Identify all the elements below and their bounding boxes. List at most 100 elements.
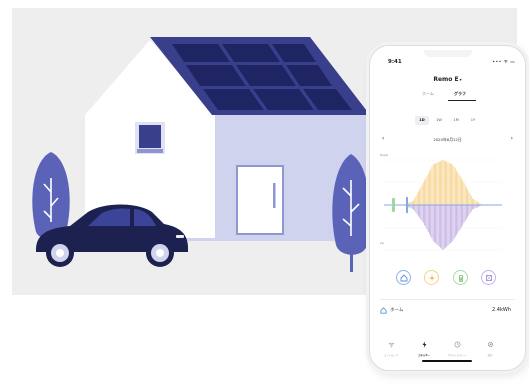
solar-bar [450, 163, 451, 205]
consumption-bar [425, 205, 427, 228]
consumption-bar [457, 205, 459, 234]
nav-activity[interactable]: アクティビティー [444, 333, 470, 357]
solar-bar [420, 187, 422, 205]
nav-settings[interactable]: 設定 [477, 333, 503, 357]
solar-bar [442, 160, 444, 205]
consumption-bar [462, 205, 464, 226]
solar-bar [475, 200, 477, 205]
consumption-bar [413, 205, 414, 210]
solar-bar [469, 193, 471, 205]
consumption-bar [419, 205, 420, 218]
phone-notch [424, 50, 472, 57]
grid-marker-blue [406, 197, 408, 213]
solar-bar [458, 174, 460, 205]
power-grid-icon [485, 274, 493, 282]
solar-bar [473, 199, 475, 205]
range-1d[interactable]: 1D [415, 116, 429, 125]
section-divider [380, 299, 515, 300]
consumption-bar [429, 205, 430, 235]
nav-settings-label: 設定 [487, 354, 493, 357]
consumption-bar [434, 205, 435, 243]
solar-bar [468, 191, 470, 205]
nav-controller[interactable]: コントローラ [378, 333, 404, 357]
consumption-bar [414, 205, 416, 212]
consumption-bar [435, 205, 436, 244]
app-title[interactable]: Remo E▾ [370, 76, 525, 83]
home-usage-label: ホーム [390, 308, 404, 313]
consumption-bar [459, 205, 461, 230]
grid-marker-green [392, 198, 395, 212]
solar-bar [418, 191, 419, 205]
clock-icon [454, 341, 460, 348]
solar-bar [424, 180, 425, 205]
nav-activity-label: アクティビティー [447, 354, 467, 357]
solar-bar [462, 180, 464, 205]
battery-source-button[interactable] [453, 270, 468, 285]
consumption-bar [464, 205, 466, 222]
range-selector: 1D 1W 1M 1Y [413, 116, 483, 126]
solar-bar [416, 193, 418, 205]
consumption-bar [436, 205, 438, 245]
solar-bar [435, 163, 436, 205]
date-navigator: ‹ 2020年6月12日 › [380, 135, 515, 144]
solar-bar [459, 176, 461, 205]
range-1y[interactable]: 1Y [466, 116, 480, 125]
consumption-bar [452, 205, 454, 241]
solar-bar [448, 162, 450, 205]
range-1w[interactable]: 1W [432, 116, 446, 125]
consumption-bar [438, 205, 440, 247]
home-usage-row[interactable]: ホーム 2.4kWh [380, 307, 515, 317]
consumption-bar [470, 205, 472, 212]
solar-bar [436, 162, 438, 205]
range-1m[interactable]: 1M [449, 116, 463, 125]
consumption-bar [416, 205, 418, 215]
chevron-right-icon[interactable]: › [511, 135, 513, 142]
solar-bar [446, 161, 448, 205]
consumption-bar [446, 205, 448, 247]
tab-home[interactable]: ホーム [422, 91, 434, 97]
tab-graph[interactable]: グラフ [454, 91, 466, 97]
consumption-bar [420, 205, 422, 220]
consumption-bar [427, 205, 429, 232]
consumption-bar [442, 205, 444, 250]
solar-bar [422, 182, 424, 205]
source-buttons [392, 270, 504, 288]
consumption-bar [431, 205, 433, 239]
chart-bottom-label: kw [380, 241, 385, 245]
consumption-bar [468, 205, 470, 216]
home-source-button[interactable] [396, 270, 411, 285]
solar-source-button[interactable] [424, 270, 439, 285]
grid-source-button[interactable] [481, 270, 496, 285]
solar-bar [431, 166, 433, 205]
consumption-bar [454, 205, 456, 238]
solar-bar [413, 200, 414, 205]
sun-icon [428, 274, 436, 282]
solar-bar [467, 189, 468, 205]
nav-energy[interactable]: エネルギー [411, 333, 437, 357]
consumption-bar [445, 205, 446, 248]
solar-bar [432, 164, 434, 205]
solar-bar [451, 163, 452, 205]
consumption-bar [430, 205, 432, 237]
solar-bar [438, 161, 440, 205]
consumption-bar [472, 205, 473, 210]
system-status-icons: ••• ᯤ ▭ [492, 60, 515, 65]
energy-chart: Power kw [380, 153, 502, 251]
solar-bar [441, 160, 443, 205]
solar-bar [447, 162, 449, 205]
consumption-bar [437, 205, 439, 246]
consumption-bar [456, 205, 457, 236]
consumption-bar [415, 205, 417, 213]
chevron-down-icon: ▾ [459, 77, 462, 82]
consumption-bar [451, 205, 452, 243]
solar-bar [452, 164, 454, 205]
consumption-bar [473, 205, 475, 209]
solar-bar [474, 199, 476, 205]
solar-bar [453, 166, 455, 205]
solar-bar [463, 182, 465, 205]
solar-bar [419, 189, 420, 205]
home-indicator [422, 359, 472, 362]
solar-bar [415, 196, 417, 205]
phone-mockup: 9:41 ••• ᯤ ▭ Remo E▾ ホーム グラフ 1D 1W 1M 1Y… [369, 45, 526, 371]
active-tab-indicator [448, 100, 476, 101]
